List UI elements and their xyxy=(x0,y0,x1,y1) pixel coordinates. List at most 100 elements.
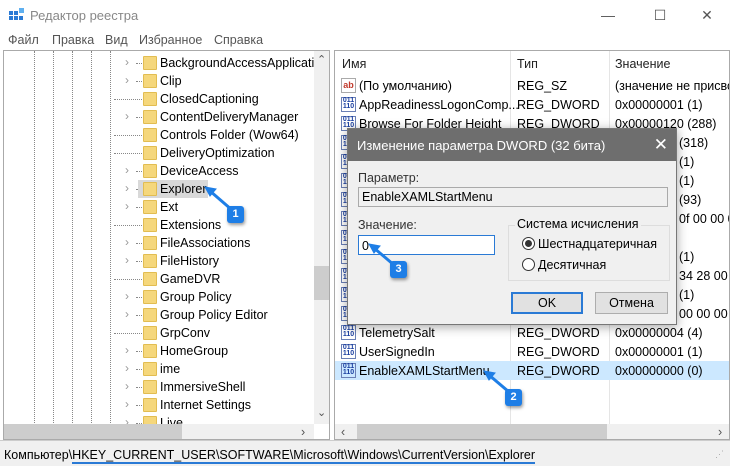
minimize-button[interactable]: — xyxy=(588,4,628,26)
radio-selected-icon[interactable] xyxy=(522,237,535,250)
expand-chevron-icon[interactable]: › xyxy=(125,361,129,375)
tree-connector xyxy=(114,225,142,226)
column-header-value[interactable]: Значение xyxy=(615,57,670,71)
resize-grip-icon[interactable]: ⋰ xyxy=(715,449,724,460)
key-tree[interactable]: › BackgroundAccessApplicatio › Clip ClosedCa… xyxy=(3,50,330,440)
cancel-button[interactable]: Отмена xyxy=(595,292,668,314)
value-row[interactable]: ab (По умолчанию) REG_SZ (значение не присв… xyxy=(335,76,729,95)
tree-vertical-scrollbar[interactable]: ⌃ ⌄ xyxy=(314,51,329,424)
tree-item[interactable]: › ContentDeliveryManager xyxy=(4,108,314,126)
tree-connector xyxy=(136,387,142,388)
expand-chevron-icon[interactable]: › xyxy=(125,253,129,267)
scroll-up-icon[interactable]: ⌃ xyxy=(317,53,326,66)
edit-dword-dialog: Изменение параметра DWORD (32 бита) ✕ Па… xyxy=(347,128,677,325)
tree-item[interactable]: › Clip xyxy=(4,72,314,90)
column-header-name[interactable]: Имя xyxy=(342,57,366,71)
tree-hscroll-thumb[interactable] xyxy=(4,424,182,439)
value-row[interactable]: 011 110 AppReadinessLogonComp... REG_DWORD 0… xyxy=(335,95,729,114)
radio-unselected-icon[interactable] xyxy=(522,258,535,271)
ok-button[interactable]: OK xyxy=(511,292,583,314)
expand-chevron-icon[interactable]: › xyxy=(125,109,129,123)
value-data: 0x00000001 (1) xyxy=(615,98,703,112)
expand-chevron-icon[interactable]: › xyxy=(125,163,129,177)
dialog-close-button[interactable]: ✕ xyxy=(654,135,668,155)
expand-chevron-icon[interactable]: › xyxy=(125,235,129,249)
tree-item[interactable]: › Explorer xyxy=(4,180,314,198)
tree-connector xyxy=(136,171,142,172)
expand-chevron-icon[interactable]: › xyxy=(125,343,129,357)
tree-item[interactable]: › ime xyxy=(4,360,314,378)
tree-item[interactable]: Extensions xyxy=(4,216,314,234)
tree-item[interactable]: ClosedCaptioning xyxy=(4,90,314,108)
regedit-app-icon xyxy=(9,8,24,20)
tree-scroll-thumb[interactable] xyxy=(314,266,329,300)
radio-hex[interactable]: Шестнадцатеричная xyxy=(522,236,662,252)
value-data-input[interactable]: 0 xyxy=(358,235,495,255)
status-bar: Компьютер\HKEY_CURRENT_USER\SOFTWARE\Mic… xyxy=(0,440,730,466)
annotation-badge-3: 3 xyxy=(390,261,407,278)
scroll-down-icon[interactable]: ⌄ xyxy=(317,406,326,419)
menu-file[interactable]: Файл xyxy=(8,33,39,47)
tree-item[interactable]: › Internet Settings xyxy=(4,396,314,414)
tree-item[interactable]: GrpConv xyxy=(4,324,314,342)
expand-chevron-icon[interactable]: › xyxy=(125,199,129,213)
list-hscroll-thumb[interactable] xyxy=(357,424,607,439)
tree-connector xyxy=(136,369,142,370)
tree-horizontal-scrollbar[interactable]: › xyxy=(4,424,314,439)
path-highlighted: HKEY_CURRENT_USER\SOFTWARE\Microsoft\Win… xyxy=(72,448,536,464)
value-name: AppReadinessLogonComp... xyxy=(359,98,519,112)
scroll-right-icon[interactable]: › xyxy=(301,425,305,439)
tree-item[interactable]: › FileHistory xyxy=(4,252,314,270)
title-bar: Редактор реестра — ☐ ✕ xyxy=(0,0,730,30)
folder-icon xyxy=(143,308,157,322)
value-name: EnableXAMLStartMenu xyxy=(359,364,490,378)
menu-edit[interactable]: Правка xyxy=(52,33,94,47)
expand-chevron-icon[interactable]: › xyxy=(125,73,129,87)
tree-item[interactable]: › BackgroundAccessApplicatio xyxy=(4,54,321,72)
tree-item[interactable]: › Group Policy xyxy=(4,288,314,306)
value-name: (По умолчанию) xyxy=(359,79,452,93)
key-path: Компьютер\HKEY_CURRENT_USER\SOFTWARE\Mic… xyxy=(4,448,536,464)
expand-chevron-icon[interactable]: › xyxy=(125,397,129,411)
folder-icon xyxy=(143,56,157,70)
tree-item[interactable]: › Ext xyxy=(4,198,314,216)
folder-icon xyxy=(143,164,157,178)
menu-view[interactable]: Вид xyxy=(105,33,128,47)
expand-chevron-icon[interactable]: › xyxy=(125,289,129,303)
expand-chevron-icon[interactable]: › xyxy=(125,307,129,321)
folder-icon xyxy=(143,272,157,286)
folder-icon xyxy=(143,182,157,196)
value-row[interactable]: 011 110 UserSignedIn REG_DWORD 0x00000001 (1… xyxy=(335,342,729,361)
tree-item-label: ClosedCaptioning xyxy=(160,92,259,106)
tree-connector xyxy=(114,135,142,136)
tree-item[interactable]: › Group Policy Editor xyxy=(4,306,314,324)
radio-decimal[interactable]: Десятичная xyxy=(522,257,662,273)
tree-item[interactable]: GameDVR xyxy=(4,270,314,288)
list-horizontal-scrollbar[interactable]: ‹ › xyxy=(335,424,729,439)
window-title: Редактор реестра xyxy=(30,8,139,23)
expand-chevron-icon[interactable]: › xyxy=(125,55,129,69)
tree-item-label: FileAssociations xyxy=(160,236,251,250)
menu-favorites[interactable]: Избранное xyxy=(139,33,202,47)
tree-item[interactable]: › FileAssociations xyxy=(4,234,314,252)
value-row[interactable]: 011 110 EnableXAMLStartMenu REG_DWORD 0x0000… xyxy=(335,361,729,380)
tree-item[interactable]: Controls Folder (Wow64) xyxy=(4,126,314,144)
expand-chevron-icon[interactable]: › xyxy=(125,379,129,393)
tree-item[interactable]: › ImmersiveShell xyxy=(4,378,314,396)
value-row[interactable]: 011 110 TelemetrySalt REG_DWORD 0x00000004 (… xyxy=(335,323,729,342)
column-header-type[interactable]: Тип xyxy=(517,57,538,71)
menu-help[interactable]: Справка xyxy=(214,33,263,47)
expand-chevron-icon[interactable]: › xyxy=(125,181,129,195)
tree-connector xyxy=(136,207,142,208)
tree-item[interactable]: DeliveryOptimization xyxy=(4,144,314,162)
tree-item[interactable]: › DeviceAccess xyxy=(4,162,314,180)
value-name: TelemetrySalt xyxy=(359,326,435,340)
maximize-button[interactable]: ☐ xyxy=(640,4,680,26)
scroll-right-icon[interactable]: › xyxy=(718,425,722,439)
scroll-left-icon[interactable]: ‹ xyxy=(341,425,345,439)
tree-connector xyxy=(114,279,142,280)
dword-value-icon: 011110 xyxy=(341,97,356,112)
value-data: 0f 00 00 00 xyxy=(679,212,729,226)
close-button[interactable]: ✕ xyxy=(687,4,727,26)
tree-item[interactable]: › HomeGroup xyxy=(4,342,314,360)
